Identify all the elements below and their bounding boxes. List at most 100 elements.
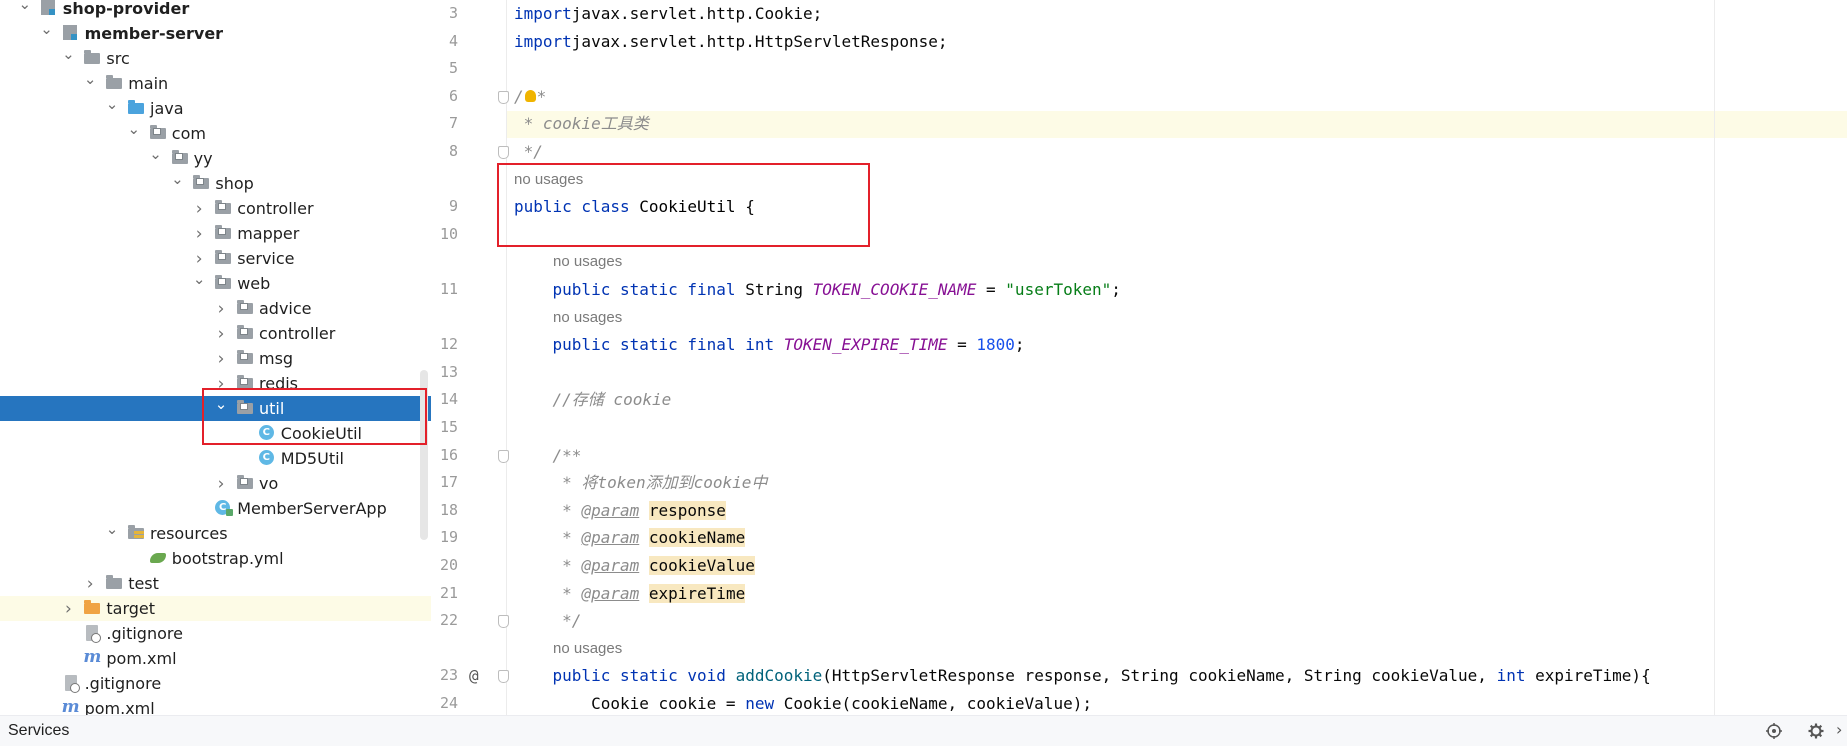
tree-item[interactable]: C MD5Util: [0, 446, 431, 471]
line-number: 7: [448, 114, 458, 133]
tree-item[interactable]: .gitignore: [0, 671, 431, 696]
no-usages-hint[interactable]: no usages: [553, 304, 622, 332]
tree-item[interactable]: ⌄ yy: [0, 145, 431, 171]
tree-item-label: pom.xml: [106, 649, 177, 668]
tree-item[interactable]: ⌄ com: [0, 120, 431, 146]
code-text: * @param response: [552, 500, 726, 520]
tree-item[interactable]: m pom.xml: [0, 646, 431, 671]
code-line: 17 * 将token添加到cookie中: [431, 469, 1847, 497]
chevron-down-icon[interactable]: ⌄: [18, 0, 32, 16]
maven-icon: m: [83, 647, 102, 667]
tree-item[interactable]: ⌄ shop: [0, 170, 431, 196]
code-line: 20 * @param cookieValue: [431, 552, 1847, 580]
tree-item-label: target: [106, 599, 156, 618]
line-number: 22: [439, 611, 458, 630]
folder-icon: [105, 575, 123, 591]
tree-item-label: main: [128, 74, 169, 93]
line-number: 15: [439, 418, 458, 436]
tree-item[interactable]: ⌄ src: [0, 45, 431, 71]
tree-item-label: shop-provider: [62, 0, 190, 18]
chevron-right-icon[interactable]: ›: [83, 571, 97, 596]
no-usages-hint[interactable]: no usages: [553, 248, 622, 276]
fold-icon[interactable]: [498, 146, 509, 159]
chevron-down-icon[interactable]: ⌄: [105, 516, 119, 541]
line-number: 19: [439, 528, 458, 547]
code-text: importjavax.servlet.http.HttpServletResp…: [514, 31, 948, 51]
fold-icon[interactable]: [498, 90, 509, 104]
fold-icon[interactable]: [498, 449, 509, 463]
annotation-box-tree: [202, 388, 427, 445]
tree-item[interactable]: › advice: [0, 296, 431, 321]
tree-item[interactable]: › target: [0, 596, 431, 621]
chevron-right-icon[interactable]: ›: [192, 196, 206, 221]
chevron-down-icon[interactable]: ⌄: [192, 266, 206, 291]
chevron-right-icon[interactable]: ›: [192, 221, 206, 246]
chevron-down-icon[interactable]: ⌄: [40, 16, 54, 41]
chevron-down-icon[interactable]: ⌄: [170, 166, 184, 191]
code-text: /**: [552, 445, 582, 465]
chevron-down-icon[interactable]: ⌄: [149, 141, 163, 166]
chevron-down-icon[interactable]: ⌄: [61, 41, 75, 66]
tree-item[interactable]: ⌄ web: [0, 270, 431, 296]
no-usages-hint[interactable]: no usages: [553, 635, 622, 663]
line-number: 13: [439, 362, 458, 381]
tree-item[interactable]: ⌄ main: [0, 70, 431, 96]
tree-item[interactable]: bootstrap.yml: [0, 546, 431, 571]
status-bar: Services ›: [0, 715, 1847, 746]
package-icon: [214, 275, 232, 291]
tree-item-label: controller: [237, 199, 314, 218]
crosshair-icon[interactable]: [1766, 723, 1782, 739]
chevron-down-icon[interactable]: ⌄: [83, 66, 97, 91]
tree-item[interactable]: ⌄ resources: [0, 520, 431, 546]
chevron-right-icon[interactable]: ›: [214, 471, 228, 496]
code-line: 22 */: [431, 607, 1847, 635]
tree-item[interactable]: .gitignore: [0, 621, 431, 646]
resources-folder-icon: [127, 525, 145, 541]
maven-icon: m: [61, 697, 80, 715]
package-icon: [214, 200, 232, 216]
gitignore-icon: [62, 675, 80, 693]
tree-item-label: web: [237, 274, 271, 293]
spring-boot-class-icon: C: [214, 500, 234, 516]
folder-icon: [105, 75, 123, 91]
tree-item[interactable]: › controller: [0, 196, 431, 221]
tree-item[interactable]: m pom.xml: [0, 696, 431, 715]
code-text: importjavax.servlet.http.Cookie;: [514, 4, 823, 23]
tree-item[interactable]: › msg: [0, 346, 431, 371]
chevron-right-icon[interactable]: ›: [214, 346, 228, 371]
overrides-icon[interactable]: @: [469, 662, 479, 690]
code-text: * 将token添加到cookie中: [552, 473, 768, 493]
lightbulb-icon[interactable]: [524, 89, 536, 102]
code-text: public static final String TOKEN_COOKIE_…: [552, 280, 1121, 299]
chevron-right-icon[interactable]: ›: [214, 296, 228, 321]
tree-item[interactable]: › service: [0, 246, 431, 271]
fold-icon[interactable]: [498, 615, 509, 629]
tree-item[interactable]: › test: [0, 571, 431, 596]
chevron-down-icon[interactable]: ⌄: [105, 91, 119, 116]
line-number: 8: [448, 142, 458, 160]
project-tree[interactable]: ⌄ shop-provider ⌄ member-server ⌄ src ⌄ main ⌄ ja…: [0, 0, 431, 715]
tree-item-label: resources: [150, 524, 228, 543]
line-number: 20: [439, 556, 458, 574]
chevron-right-icon[interactable]: ›: [61, 596, 75, 621]
usage-hint-row: no usages: [431, 248, 1847, 276]
services-tab[interactable]: Services: [8, 716, 69, 746]
package-icon: [214, 250, 232, 266]
code-editor[interactable]: 3 importjavax.servlet.http.Cookie; 4 import…: [431, 0, 1847, 715]
code-line: 15: [431, 414, 1847, 442]
code-text: */: [552, 611, 582, 631]
gear-icon[interactable]: [1808, 723, 1824, 739]
tree-item-label: mapper: [237, 224, 300, 243]
package-icon: [192, 175, 210, 191]
fold-icon[interactable]: [498, 670, 509, 684]
tree-item[interactable]: › mapper: [0, 221, 431, 246]
chevron-right-icon[interactable]: ›: [214, 321, 228, 346]
tree-item[interactable]: ⌄ java: [0, 95, 431, 121]
tree-item[interactable]: C MemberServerApp: [0, 496, 431, 521]
chevron-down-icon[interactable]: ⌄: [127, 116, 141, 141]
tree-item[interactable]: › controller: [0, 321, 431, 346]
tree-item[interactable]: › vo: [0, 471, 431, 496]
tree-item-label: test: [128, 574, 159, 593]
tree-item[interactable]: ⌄ shop-provider: [0, 0, 431, 21]
overflow-icon[interactable]: ›: [1836, 720, 1842, 739]
